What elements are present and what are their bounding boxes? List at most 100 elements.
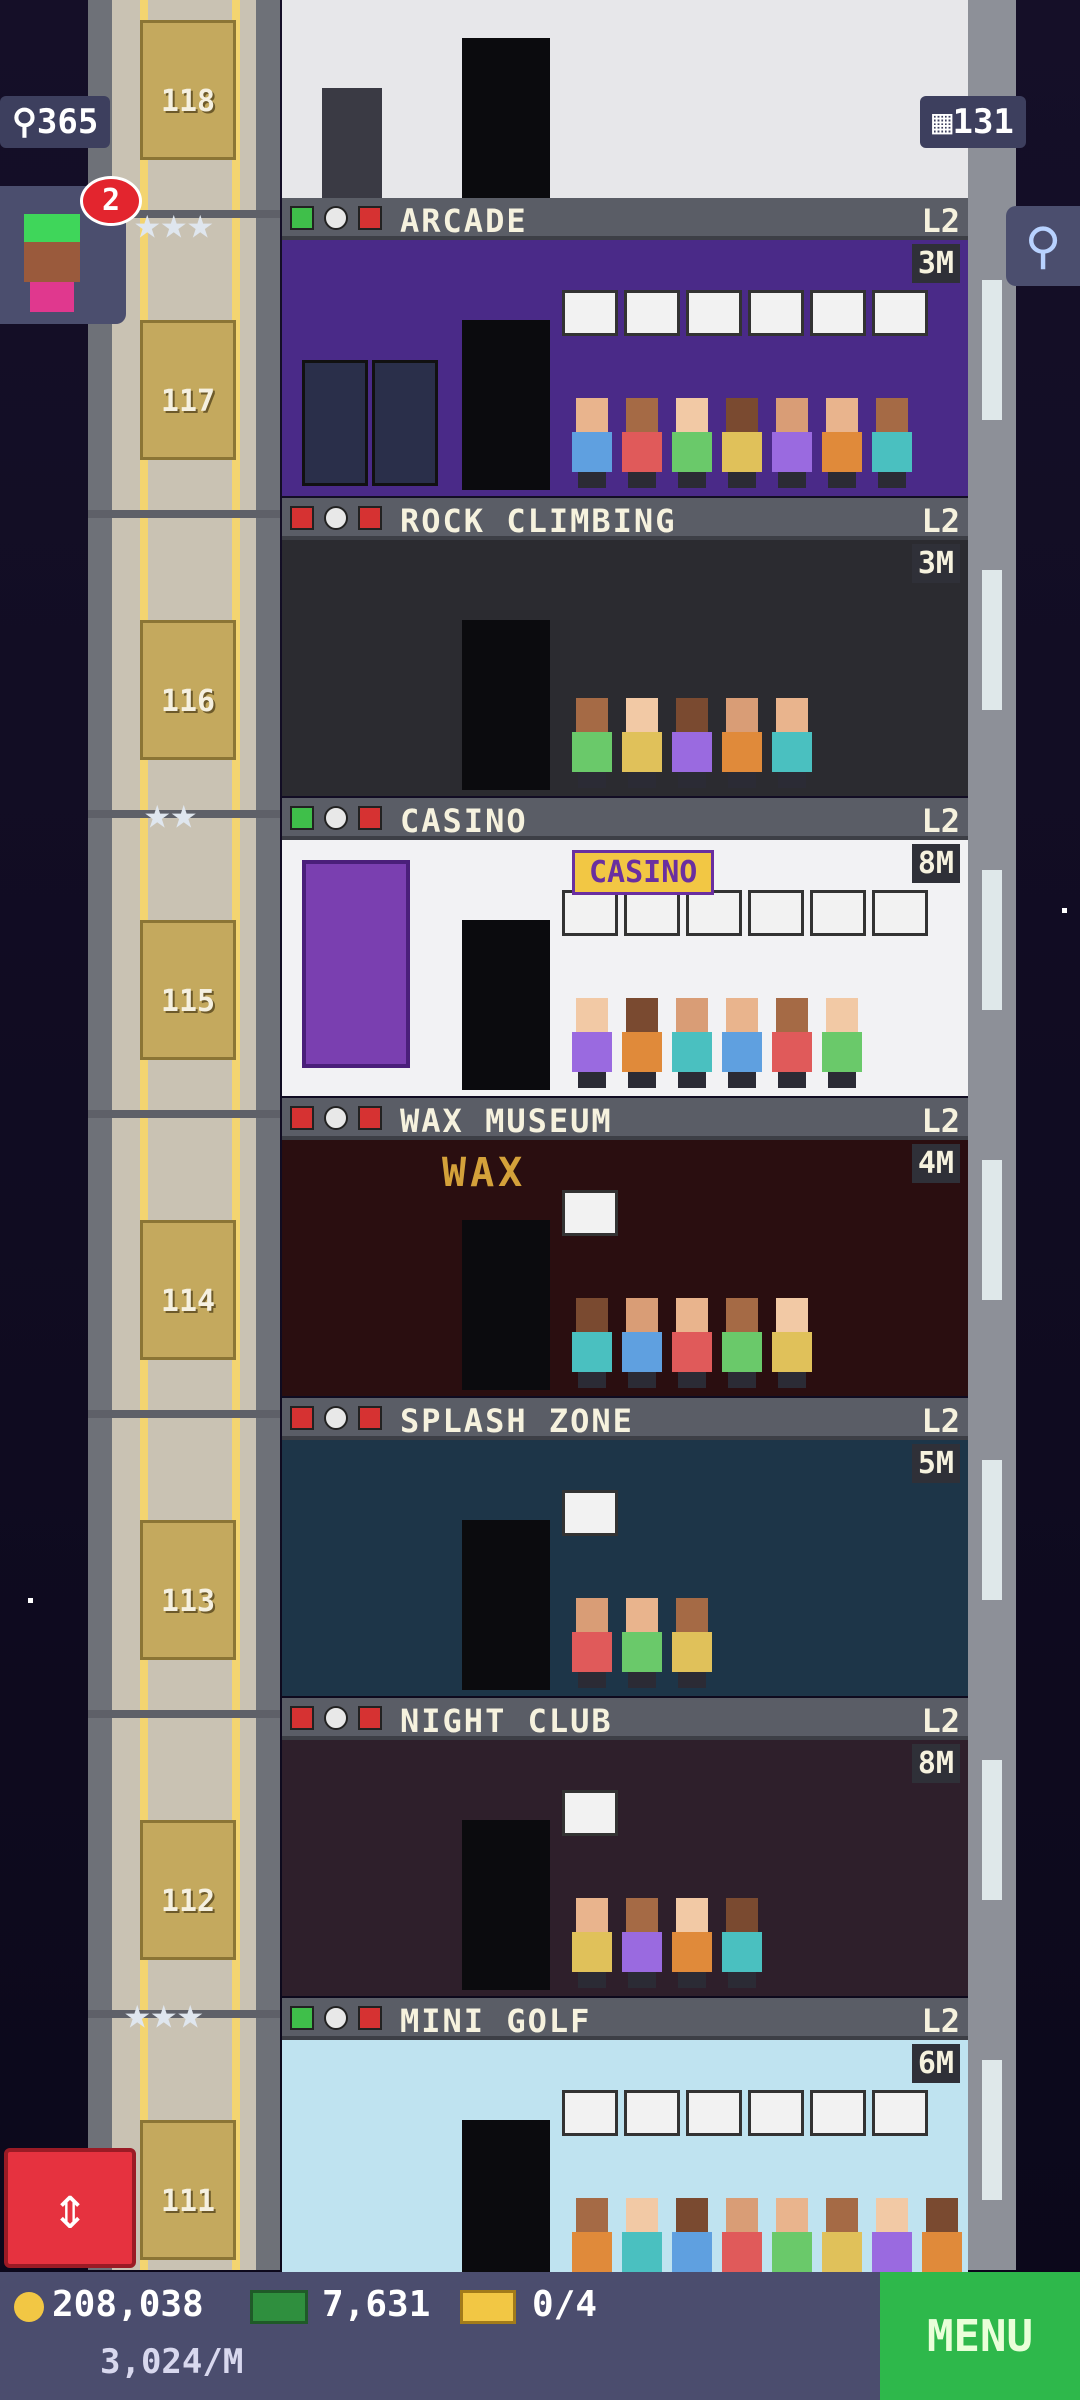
- income-rate: 3,024/M: [100, 2342, 244, 2382]
- floor-casino[interactable]: CASINO CASINO L2 8M: [282, 798, 968, 1096]
- bitizen[interactable]: [772, 1298, 812, 1388]
- floor-banner[interactable]: WAX MUSEUM L2: [282, 1098, 968, 1140]
- population-counter[interactable]: ⚲365: [0, 96, 111, 148]
- floor-118-room[interactable]: [282, 0, 968, 198]
- thought-bubble[interactable]: [686, 290, 742, 336]
- thought-bubble[interactable]: [872, 890, 928, 936]
- thought-bubble[interactable]: [686, 2090, 742, 2136]
- floor-level: L2: [921, 1102, 960, 1140]
- thought-bubble[interactable]: [748, 890, 804, 936]
- coins-value: 208,038: [52, 2284, 204, 2325]
- cross-icon: [358, 806, 382, 830]
- thought-bubble[interactable]: [686, 890, 742, 936]
- bitizen[interactable]: [672, 398, 712, 488]
- clock-icon: [324, 206, 348, 230]
- thought-bubble[interactable]: [562, 1790, 618, 1836]
- bitizen[interactable]: [572, 398, 612, 488]
- clock-icon: [324, 506, 348, 530]
- menu-button[interactable]: MENU: [880, 2272, 1080, 2400]
- visitor-notification[interactable]: 2: [0, 176, 142, 324]
- bitizen[interactable]: [722, 1298, 762, 1388]
- floor-arcade[interactable]: ARCADE L2 3M: [282, 198, 968, 496]
- thought-bubble[interactable]: [748, 2090, 804, 2136]
- floors-counter[interactable]: ▦131: [920, 96, 1026, 148]
- bitizen[interactable]: [872, 398, 912, 488]
- bitizen[interactable]: [672, 698, 712, 788]
- thought-bubble[interactable]: [562, 890, 618, 936]
- bitizen[interactable]: [722, 698, 762, 788]
- bitizen[interactable]: [572, 698, 612, 788]
- floor-mini-golf[interactable]: MINI GOLF L2 6M: [282, 1998, 968, 2296]
- room-interior[interactable]: WAX: [282, 1140, 968, 1396]
- stock-time: 4M: [911, 1144, 960, 1183]
- floor-rock-climbing[interactable]: ROCK CLIMBING L2 3M: [282, 498, 968, 796]
- floor-banner[interactable]: NIGHT CLUB L2: [282, 1698, 968, 1740]
- thought-bubble[interactable]: [810, 290, 866, 336]
- floor-banner[interactable]: ROCK CLIMBING L2: [282, 498, 968, 540]
- thought-bubble[interactable]: [624, 890, 680, 936]
- star-rating: ★★: [144, 788, 197, 839]
- room-interior[interactable]: [282, 540, 968, 796]
- elevator-button[interactable]: ⇕: [4, 2148, 136, 2268]
- bitizen[interactable]: [772, 398, 812, 488]
- bitizen[interactable]: [822, 998, 862, 1088]
- cross-icon: [358, 1706, 382, 1730]
- bitizen[interactable]: [622, 998, 662, 1088]
- bitizen[interactable]: [622, 1598, 662, 1688]
- floor-banner[interactable]: CASINO L2: [282, 798, 968, 840]
- thought-bubble[interactable]: [810, 2090, 866, 2136]
- elevator-door: [462, 320, 550, 490]
- search-icon[interactable]: ⚲: [1006, 206, 1080, 286]
- bitizen[interactable]: [672, 1598, 712, 1688]
- room-interior[interactable]: [282, 1740, 968, 1996]
- bitizen[interactable]: [772, 998, 812, 1088]
- floor-name: WAX MUSEUM: [400, 1102, 613, 1140]
- bitizen[interactable]: [772, 698, 812, 788]
- floor-banner[interactable]: ARCADE L2: [282, 198, 968, 240]
- floor-splash-zone[interactable]: SPLASH ZONE L2 5M: [282, 1398, 968, 1696]
- floor-wax-museum[interactable]: WAX WAX MUSEUM L2 4M: [282, 1098, 968, 1396]
- room-interior[interactable]: [282, 240, 968, 496]
- thought-bubble[interactable]: [624, 290, 680, 336]
- thought-bubble[interactable]: [748, 290, 804, 336]
- room-interior[interactable]: [282, 2040, 968, 2296]
- ticket-icon: [460, 2290, 516, 2324]
- bitizen[interactable]: [722, 398, 762, 488]
- floor-level: L2: [921, 1402, 960, 1440]
- elevator-door: [462, 620, 550, 790]
- star: [1062, 908, 1067, 913]
- thought-bubble[interactable]: [872, 2090, 928, 2136]
- floor-level: L2: [921, 202, 960, 240]
- bitizen[interactable]: [622, 698, 662, 788]
- floor-banner[interactable]: SPLASH ZONE L2: [282, 1398, 968, 1440]
- bitizen[interactable]: [572, 1898, 612, 1988]
- bitizen[interactable]: [572, 1298, 612, 1388]
- bitizen[interactable]: [672, 998, 712, 1088]
- bitizen[interactable]: [622, 398, 662, 488]
- wax-sign: WAX: [442, 1150, 527, 1196]
- floor-name: ARCADE: [400, 202, 528, 240]
- bitizen[interactable]: [622, 1298, 662, 1388]
- thought-bubble[interactable]: [624, 2090, 680, 2136]
- building-frame: [968, 0, 1016, 2270]
- bitizen[interactable]: [672, 1898, 712, 1988]
- floor-night-club[interactable]: NIGHT CLUB L2 8M: [282, 1698, 968, 1996]
- bitizen[interactable]: [822, 398, 862, 488]
- thought-bubble[interactable]: [562, 290, 618, 336]
- floor-banner[interactable]: MINI GOLF L2: [282, 1998, 968, 2040]
- thought-bubble[interactable]: [562, 1190, 618, 1236]
- check-icon: [290, 806, 314, 830]
- bitizen[interactable]: [572, 998, 612, 1088]
- bitizen[interactable]: [722, 998, 762, 1088]
- room-interior[interactable]: CASINO: [282, 840, 968, 1096]
- thought-bubble[interactable]: [562, 1490, 618, 1536]
- arcade-machine: [372, 360, 438, 486]
- thought-bubble[interactable]: [810, 890, 866, 936]
- bitizen[interactable]: [722, 1898, 762, 1988]
- thought-bubble[interactable]: [872, 290, 928, 336]
- bitizen[interactable]: [572, 1598, 612, 1688]
- thought-bubble[interactable]: [562, 2090, 618, 2136]
- bitizen[interactable]: [622, 1898, 662, 1988]
- bitizen[interactable]: [672, 1298, 712, 1388]
- room-interior[interactable]: [282, 1440, 968, 1696]
